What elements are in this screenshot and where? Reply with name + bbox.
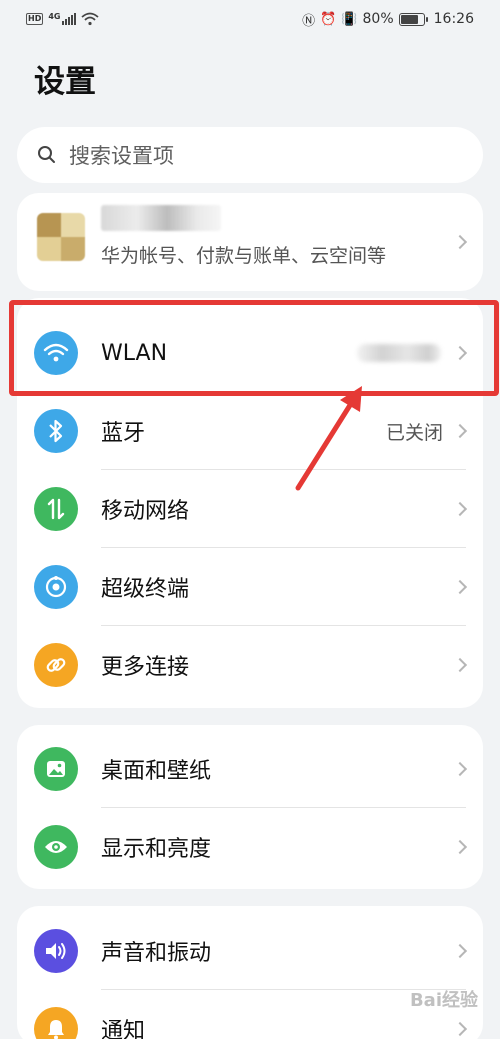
settings-item-label: WLAN — [101, 340, 168, 366]
chevron-right-icon — [452, 423, 468, 439]
wifi-icon — [34, 331, 78, 375]
settings-item-label: 更多连接 — [101, 655, 190, 680]
search-icon — [38, 146, 55, 163]
network-type: 4G — [48, 11, 61, 21]
settings-item-wlan[interactable]: WLAN — [17, 314, 483, 392]
signal-icon — [62, 13, 77, 25]
settings-item-bluetooth[interactable]: 蓝牙 已关闭 — [17, 392, 483, 470]
annotation-arrow-icon — [295, 386, 362, 491]
super-device-icon — [34, 565, 78, 609]
sound-icon — [34, 929, 78, 973]
chevron-right-icon — [452, 761, 468, 777]
settings-item-label: 通知 — [101, 1019, 146, 1039]
chevron-right-icon — [452, 839, 468, 855]
sound-section: 声音和振动 通知 — [17, 906, 483, 1039]
mobile-data-icon — [34, 487, 78, 531]
settings-item-sound[interactable]: 声音和振动 — [17, 912, 483, 990]
settings-item-mobile-network[interactable]: 移动网络 — [17, 470, 483, 548]
alarm-icon: ⏰ — [320, 11, 337, 27]
vibrate-icon: 📳 — [341, 11, 358, 27]
settings-item-label: 蓝牙 — [101, 421, 146, 446]
settings-item-label: 移动网络 — [101, 499, 190, 524]
chevron-right-icon — [452, 501, 468, 517]
chevron-right-icon — [452, 943, 468, 959]
chevron-right-icon — [452, 1021, 468, 1037]
wlan-network-name-blurred — [357, 344, 441, 362]
chevron-right-icon — [452, 234, 468, 250]
search-bar[interactable]: 搜索设置项 — [17, 127, 483, 183]
settings-item-label: 声音和振动 — [101, 941, 212, 966]
clock: 16:26 — [433, 11, 474, 27]
nfc-icon: Ⓝ — [302, 13, 316, 29]
link-icon — [34, 643, 78, 687]
avatar — [37, 213, 85, 261]
display-section: 桌面和壁纸 显示和亮度 — [17, 725, 483, 889]
search-placeholder: 搜索设置项 — [69, 144, 174, 168]
settings-item-wallpaper[interactable]: 桌面和壁纸 — [17, 730, 483, 808]
account-card[interactable]: 华为帐号、付款与账单、云空间等 — [17, 193, 483, 291]
battery-icon — [398, 12, 428, 26]
account-subtitle: 华为帐号、付款与账单、云空间等 — [101, 245, 387, 267]
settings-item-label: 超级终端 — [101, 577, 190, 602]
settings-item-super-device[interactable]: 超级终端 — [17, 548, 483, 626]
wallpaper-icon — [34, 747, 78, 791]
status-bar: HD 4G Ⓝ ⏰ 📳 80% 16:26 — [0, 0, 500, 38]
chevron-right-icon — [452, 579, 468, 595]
wifi-status-icon — [81, 12, 100, 26]
battery-percent: 80% — [362, 11, 394, 27]
settings-item-more-connections[interactable]: 更多连接 — [17, 626, 483, 704]
page-title: 设置 — [34, 64, 96, 100]
bell-icon — [34, 1007, 78, 1039]
bluetooth-icon — [34, 409, 78, 453]
chevron-right-icon — [452, 345, 468, 361]
settings-item-display[interactable]: 显示和亮度 — [17, 808, 483, 886]
connectivity-section: WLAN 蓝牙 已关闭 移动网络 超级终端 更多连接 — [17, 298, 483, 708]
account-name-blurred — [101, 205, 221, 231]
bluetooth-status: 已关闭 — [385, 421, 443, 444]
watermark: Bai经验 — [409, 990, 478, 1011]
chevron-right-icon — [452, 657, 468, 673]
eye-icon — [34, 825, 78, 869]
hd-indicator: HD — [26, 13, 44, 25]
settings-item-label: 显示和亮度 — [101, 837, 212, 862]
settings-item-label: 桌面和壁纸 — [101, 759, 212, 784]
